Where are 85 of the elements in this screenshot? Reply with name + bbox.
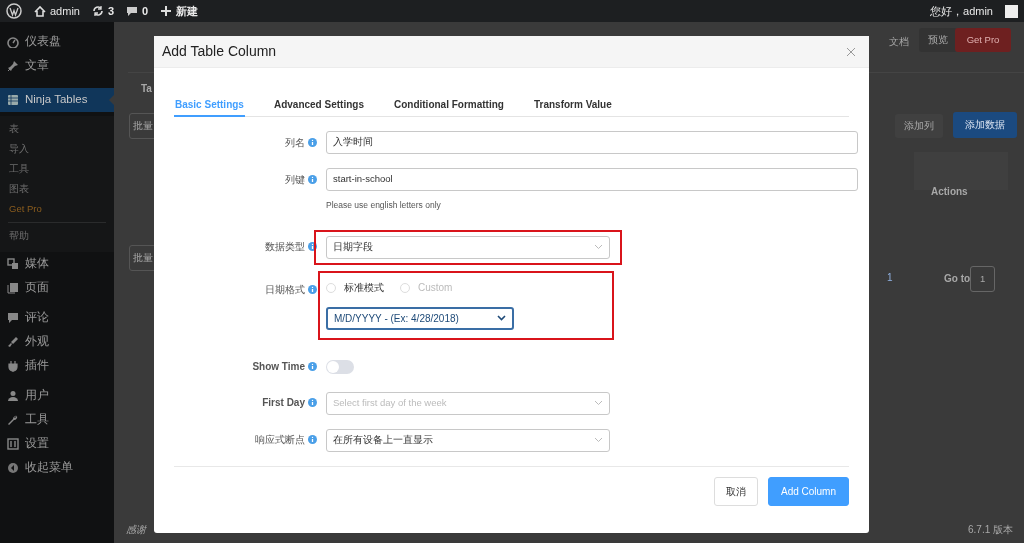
- avatar[interactable]: [1005, 4, 1018, 18]
- footer-text: 感谢: [126, 523, 146, 537]
- select-field[interactable]: 日期字段: [326, 235, 610, 259]
- sidebar-item[interactable]: 工具: [0, 408, 114, 432]
- sidebar-item[interactable]: 用户: [0, 384, 114, 408]
- preview-button[interactable]: 预览: [919, 28, 957, 53]
- wordpress-logo-icon[interactable]: [6, 3, 22, 19]
- sidebar-item[interactable]: 收起菜单: [0, 456, 114, 480]
- submenu-item[interactable]: 工具: [0, 159, 114, 179]
- brush-icon: [7, 336, 19, 348]
- tab-label[interactable]: Ta: [141, 81, 152, 96]
- settings-tab[interactable]: Transform Value: [532, 94, 613, 117]
- plugin-icon: [7, 360, 19, 372]
- select-field[interactable]: 在所有设备上一直显示: [326, 428, 610, 452]
- info-icon[interactable]: [308, 137, 317, 147]
- column-header: Actions: [931, 185, 968, 199]
- goto-label: Go to: [944, 272, 971, 286]
- sidebar-item[interactable]: 文章: [0, 54, 114, 78]
- field-label: 列名: [285, 135, 305, 150]
- settings-tab[interactable]: Conditional Formatting: [392, 94, 505, 117]
- sidebar-item[interactable]: 仪表盘: [0, 30, 114, 54]
- collapse-icon: [7, 462, 19, 474]
- add-column-button[interactable]: 添加列: [895, 114, 943, 139]
- gauge-icon: [7, 36, 19, 48]
- toggle-switch[interactable]: [326, 359, 354, 374]
- sidebar-item[interactable]: Ninja Tables: [0, 88, 114, 112]
- header-link[interactable]: 文档: [889, 34, 909, 49]
- sidebar-item[interactable]: 媒体: [0, 252, 114, 276]
- refresh-icon: [91, 5, 104, 17]
- radio-option[interactable]: 标准模式: [326, 280, 384, 296]
- comment-icon: [7, 312, 19, 324]
- get-pro-button[interactable]: Get Pro: [955, 28, 1011, 53]
- media-icon: [7, 258, 19, 270]
- goto-field[interactable]: 1: [970, 266, 996, 293]
- field-label: 响应式断点: [255, 433, 305, 448]
- info-icon[interactable]: [308, 362, 317, 372]
- chevron-down-icon: [594, 437, 603, 444]
- help-text: Please use english letters only: [326, 199, 442, 212]
- admin-bar-link[interactable]: 0: [142, 2, 149, 20]
- sidebar-item[interactable]: 外观: [0, 330, 114, 354]
- chevron-down-icon: [594, 244, 603, 251]
- info-icon[interactable]: [308, 285, 317, 295]
- home-icon: [34, 5, 46, 17]
- comment-icon: [126, 5, 139, 17]
- submenu-item[interactable]: 表: [0, 119, 114, 139]
- sidebar-item[interactable]: 评论: [0, 306, 114, 330]
- user-icon: [7, 390, 19, 402]
- chevron-down-icon: [594, 400, 603, 407]
- chevron-down-icon: [497, 315, 506, 322]
- info-icon[interactable]: [308, 174, 317, 184]
- settings-icon: [7, 438, 19, 450]
- version-text: 6.7.1 版本: [968, 523, 1014, 537]
- admin-bar-link[interactable]: admin: [50, 2, 80, 20]
- add-data-button[interactable]: 添加数据: [953, 112, 1017, 139]
- radio-option: Custom: [400, 280, 453, 296]
- sidebar-item[interactable]: 页面: [0, 276, 114, 300]
- admin-bar-link[interactable]: 3: [107, 2, 115, 20]
- cancel-button[interactable]: 取消: [713, 477, 758, 506]
- field-label: 日期格式: [265, 283, 305, 298]
- settings-tab[interactable]: Advanced Settings: [272, 94, 365, 117]
- text-field[interactable]: start-in-school: [326, 168, 858, 191]
- sidebar-item[interactable]: 设置: [0, 432, 114, 456]
- field-label: 数据类型: [265, 240, 305, 255]
- submenu-item[interactable]: 图表: [0, 179, 114, 199]
- plus-icon: [160, 5, 173, 17]
- admin-bar-link[interactable]: 新建: [176, 2, 199, 20]
- sidebar-item[interactable]: 插件: [0, 354, 114, 378]
- page-number[interactable]: 1: [887, 270, 893, 285]
- close-icon[interactable]: [847, 47, 855, 56]
- info-icon[interactable]: [308, 398, 317, 408]
- text-field[interactable]: 入学时间: [326, 131, 858, 154]
- field-label: 列键: [285, 172, 305, 187]
- table-icon: [7, 94, 19, 106]
- pushpin-icon: [7, 60, 19, 72]
- info-icon[interactable]: [308, 435, 317, 445]
- submenu-item[interactable]: 帮助: [0, 226, 114, 246]
- info-icon[interactable]: [308, 242, 317, 252]
- date-format-select[interactable]: M/D/YYYY - (Ex: 4/28/2018): [326, 306, 514, 330]
- field-label: Show Time: [252, 360, 305, 375]
- wrench-icon: [7, 414, 19, 426]
- field-label: First Day: [262, 396, 305, 411]
- greeting-text[interactable]: 您好，admin: [930, 2, 993, 20]
- pages-icon: [7, 282, 19, 294]
- modal-title: Add Table Column: [162, 42, 277, 61]
- submenu-item[interactable]: 导入: [0, 139, 114, 159]
